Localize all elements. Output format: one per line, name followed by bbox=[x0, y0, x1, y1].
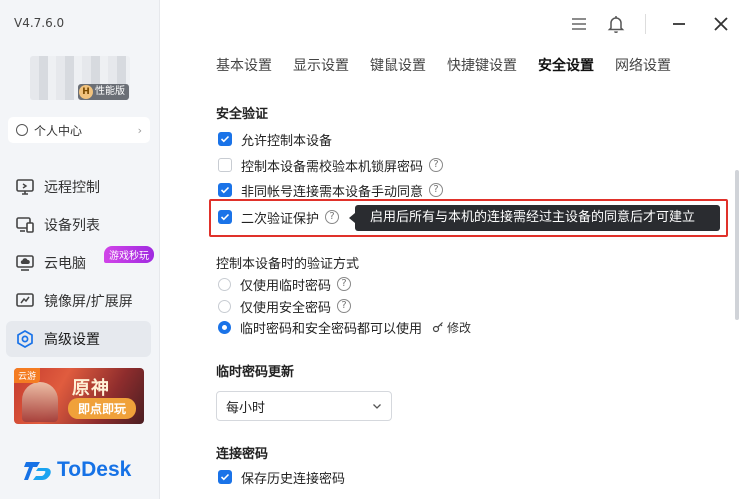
option-verify-lock-password[interactable]: 控制本设备需校验本机锁屏密码 ? bbox=[218, 156, 444, 175]
minimize-icon[interactable] bbox=[667, 12, 691, 36]
help-icon[interactable]: ? bbox=[337, 299, 352, 313]
radio-security-password-only[interactable]: 仅使用安全密码 ? bbox=[218, 297, 352, 316]
settings-hexagon-icon bbox=[17, 330, 33, 348]
temp-password-update-select[interactable]: 每小时 bbox=[216, 391, 392, 421]
sidebar-item-device-list[interactable]: 设备列表 bbox=[6, 207, 151, 243]
tab-keyboard-mouse[interactable]: 键鼠设置 bbox=[370, 55, 426, 75]
sidebar-item-remote-control[interactable]: 远程控制 bbox=[6, 169, 151, 205]
option-label: 保存历史连接密码 bbox=[241, 471, 346, 487]
radio-selected[interactable] bbox=[218, 320, 231, 334]
select-value: 每小时 bbox=[226, 400, 266, 416]
radio-unselected[interactable] bbox=[218, 277, 231, 291]
option-manual-approve[interactable]: 非同帐号连接需本设备手动同意 ? bbox=[218, 181, 444, 200]
option-label: 允许控制本设备 bbox=[241, 133, 333, 149]
option-label: 二次验证保护 bbox=[241, 211, 320, 227]
profile-center-label: 个人中心 bbox=[34, 123, 83, 138]
section-title-security: 安全验证 bbox=[216, 107, 269, 122]
profile-center-button[interactable]: 个人中心 › bbox=[8, 117, 150, 143]
scrollbar[interactable] bbox=[735, 170, 739, 320]
logo-text: ToDesk bbox=[57, 458, 132, 481]
close-icon[interactable] bbox=[709, 12, 733, 36]
sidebar-item-label: 设备列表 bbox=[44, 218, 100, 234]
help-icon[interactable]: ? bbox=[429, 183, 444, 197]
sidebar-item-label: 云电脑 bbox=[44, 256, 86, 272]
section-title-connection-password: 连接密码 bbox=[216, 447, 269, 462]
tooltip: 启用后所有与本机的连接需经过主设备的同意后才可建立 bbox=[349, 205, 720, 231]
banner-tag: 云游 bbox=[14, 368, 41, 383]
checkbox-checked[interactable] bbox=[218, 132, 232, 146]
monitor-icon bbox=[16, 179, 34, 195]
version-label: V4.7.6.0 bbox=[14, 16, 65, 30]
sidebar-item-mirror-screen[interactable]: 镜像屏/扩展屏 bbox=[6, 283, 151, 319]
devices-icon bbox=[16, 217, 34, 233]
key-icon bbox=[432, 322, 443, 333]
todesk-logo: ToDesk bbox=[24, 458, 131, 482]
menu-icon[interactable] bbox=[567, 12, 591, 36]
edition-badge-label: 性能版 bbox=[95, 86, 125, 97]
user-icon bbox=[16, 124, 28, 136]
help-icon[interactable]: ? bbox=[325, 210, 340, 224]
sidebar-item-label: 镜像屏/扩展屏 bbox=[44, 294, 133, 310]
option-label: 仅使用临时密码 bbox=[240, 278, 332, 294]
tab-basic[interactable]: 基本设置 bbox=[216, 55, 272, 75]
section-title-temp-password: 临时密码更新 bbox=[216, 365, 295, 380]
option-allow-control[interactable]: 允许控制本设备 bbox=[218, 130, 333, 149]
sidebar-item-label: 高级设置 bbox=[44, 332, 100, 348]
edit-label: 修改 bbox=[447, 320, 472, 335]
divider bbox=[645, 14, 646, 34]
game-promo-banner[interactable]: 云游 原神 即点即玩 bbox=[14, 368, 144, 424]
option-label: 控制本设备需校验本机锁屏密码 bbox=[241, 159, 424, 175]
todesk-logo-icon bbox=[24, 462, 51, 480]
banner-play-button[interactable]: 即点即玩 bbox=[68, 398, 137, 419]
option-label: 非同帐号连接需本设备手动同意 bbox=[241, 184, 424, 200]
edition-badge-letter: H bbox=[79, 85, 93, 99]
option-label: 仅使用安全密码 bbox=[240, 300, 332, 316]
help-icon[interactable]: ? bbox=[429, 158, 444, 172]
cloud-pc-icon bbox=[16, 255, 34, 271]
radio-temp-password-only[interactable]: 仅使用临时密码 ? bbox=[218, 275, 352, 294]
help-icon[interactable]: ? bbox=[337, 277, 352, 291]
game-character-image bbox=[22, 382, 58, 422]
sidebar-item-label: 远程控制 bbox=[44, 180, 100, 196]
radio-both-passwords[interactable]: 临时密码和安全密码都可以使用 修改 bbox=[218, 318, 471, 337]
checkbox-checked[interactable] bbox=[218, 183, 232, 197]
screen-mirror-icon bbox=[16, 293, 34, 307]
chevron-down-icon bbox=[373, 404, 381, 409]
tab-display[interactable]: 显示设置 bbox=[293, 55, 349, 75]
checkbox-checked[interactable] bbox=[218, 210, 232, 224]
option-save-history-password[interactable]: 保存历史连接密码 bbox=[218, 468, 346, 487]
edition-badge: H 性能版 bbox=[78, 84, 129, 100]
tab-security[interactable]: 安全设置 bbox=[538, 55, 594, 75]
radio-unselected[interactable] bbox=[218, 299, 231, 313]
tab-shortcuts[interactable]: 快捷键设置 bbox=[447, 55, 517, 75]
chevron-right-icon: › bbox=[137, 123, 142, 137]
edit-password-link[interactable]: 修改 bbox=[432, 319, 471, 336]
game-badge: 游戏秒玩 bbox=[104, 246, 154, 263]
bell-icon[interactable] bbox=[604, 12, 628, 36]
section-title-verify-method: 控制本设备时的验证方式 bbox=[216, 257, 360, 272]
sidebar-item-advanced-settings[interactable]: 高级设置 bbox=[6, 321, 151, 357]
option-label: 临时密码和安全密码都可以使用 bbox=[240, 321, 423, 337]
banner-game-title: 原神 bbox=[72, 378, 110, 399]
checkbox-unchecked[interactable] bbox=[218, 158, 232, 172]
checkbox-checked[interactable] bbox=[218, 470, 232, 484]
tab-network[interactable]: 网络设置 bbox=[615, 55, 671, 75]
option-two-step-verification[interactable]: 二次验证保护 ? bbox=[218, 208, 340, 227]
settings-tabs: 基本设置 显示设置 键鼠设置 快捷键设置 安全设置 网络设置 bbox=[216, 55, 692, 75]
sidebar: V4.7.6.0 H 性能版 个人中心 › 远程控制 设备列表 云电脑 游戏秒玩… bbox=[0, 0, 160, 499]
